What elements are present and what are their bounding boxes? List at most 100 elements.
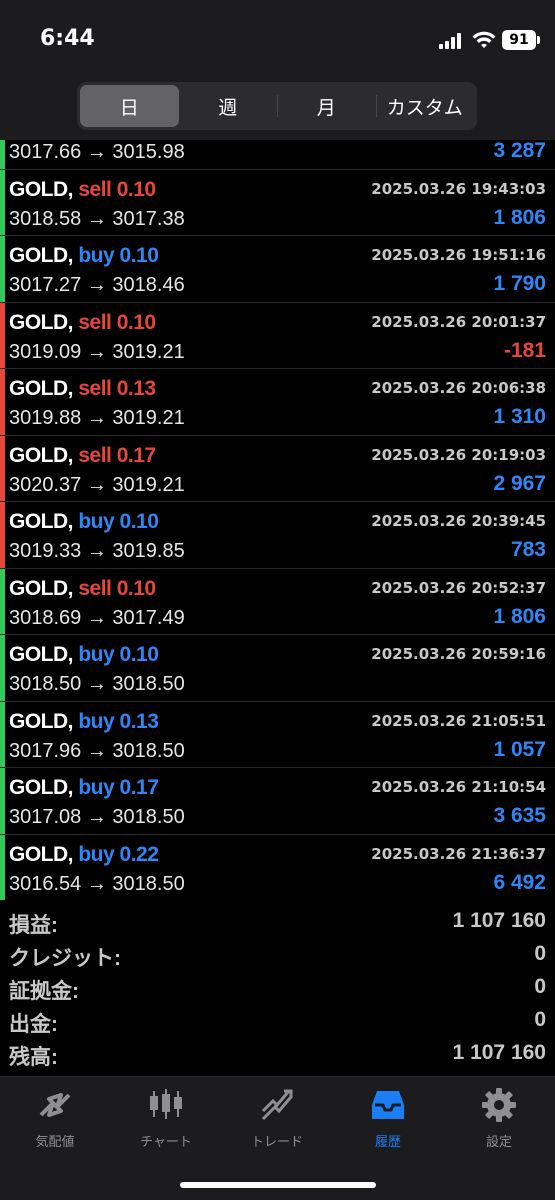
deal-volume: 0.10 <box>116 177 156 201</box>
deal-row[interactable]: GOLD, buy 0.10 2025.03.26 19:51:16 3017.27… <box>0 236 555 303</box>
wifi-icon <box>472 31 496 48</box>
deal-row[interactable]: GOLD, sell 0.13 2025.03.26 20:06:38 3019.8… <box>0 369 555 436</box>
deal-time: 2025.03.26 20:59:16 <box>371 645 546 663</box>
deal-time: 2025.03.26 21:36:37 <box>371 844 546 863</box>
deal-volume: 0.10 <box>116 310 156 334</box>
tab-settings[interactable]: 設定 <box>444 1085 554 1155</box>
deal-prices: 3018.58 → 3017.38 <box>9 207 185 230</box>
tab-history[interactable]: 履歴 <box>333 1085 443 1155</box>
deal-row[interactable]: 3017.66 → 3015.98 3 287 <box>0 140 555 170</box>
deal-time: 2025.03.26 19:51:16 <box>371 246 546 264</box>
deal-symbol-line: GOLD, buy 0.17 <box>9 776 159 800</box>
summary-label: 損益: <box>9 914 58 937</box>
deal-volume: 0.10 <box>119 244 159 267</box>
deal-side: buy <box>78 510 115 533</box>
deal-symbol: GOLD, <box>9 709 74 733</box>
deal-side: buy <box>78 709 115 733</box>
deal-prices: 3017.08 → 3018.50 <box>9 806 185 828</box>
tab-label: トレード <box>250 1135 303 1150</box>
deal-volume: 0.10 <box>119 510 159 533</box>
deal-prices: 3016.54 → 3018.50 <box>9 872 185 895</box>
deal-time: 2025.03.26 19:43:03 <box>371 179 546 198</box>
deals-list[interactable]: 3017.66 → 3015.98 3 287 GOLD, sell 0.10 202… <box>0 140 555 900</box>
summary-value: 1 107 160 <box>452 1041 546 1064</box>
summary-label: 証拠金: <box>9 980 79 1003</box>
deal-prices: 3017.96 → 3018.50 <box>9 739 185 762</box>
summary-label: 残高: <box>9 1046 58 1069</box>
deal-symbol: GOLD, <box>9 244 74 267</box>
deal-symbol: GOLD, <box>9 576 74 600</box>
deal-symbol: GOLD, <box>9 776 74 799</box>
deal-symbol: GOLD, <box>9 643 74 666</box>
period-custom[interactable]: カスタム <box>375 85 475 127</box>
summary-label: クレジット: <box>9 947 121 970</box>
summary-value: 0 <box>534 1008 546 1031</box>
home-indicator[interactable] <box>180 1182 376 1188</box>
deal-symbol-line: GOLD, buy 0.10 <box>9 643 159 667</box>
period-month[interactable]: 月 <box>277 85 376 127</box>
history-summary: 損益: 1 107 160 クレジット: 0 証拠金: 0 出金: 0 残高: 1 107 160 <box>0 900 555 1076</box>
deal-time: 2025.03.26 21:10:54 <box>371 778 546 796</box>
deal-side: sell <box>78 576 112 600</box>
status-bar: 6:44 91 <box>0 0 555 72</box>
period-day[interactable]: 日 <box>80 85 179 127</box>
bottom-tab-bar: 気配値 チャート トレード 履歴 設定 <box>0 1076 555 1200</box>
deal-row[interactable]: GOLD, sell 0.10 2025.03.26 20:01:37 3019.0… <box>0 302 555 369</box>
deal-prices: 3019.33 → 3019.85 <box>9 540 185 562</box>
history-icon <box>372 1091 404 1119</box>
trade-icon <box>261 1089 293 1121</box>
summary-row: 損益: 1 107 160 <box>0 905 555 938</box>
deal-symbol-line: GOLD, sell 0.10 <box>9 311 156 335</box>
status-time: 6:44 <box>40 26 95 51</box>
deal-row[interactable]: GOLD, buy 0.10 2025.03.26 20:39:45 3019.33… <box>0 502 555 569</box>
summary-value: 1 107 160 <box>452 909 546 932</box>
deal-volume: 0.17 <box>116 443 156 467</box>
deal-profit: 2 967 <box>493 471 546 495</box>
chart-icon <box>150 1089 182 1119</box>
cellular-signal-icon <box>439 33 465 49</box>
period-selector-area: 日 週 月 カスタム <box>0 72 555 140</box>
deal-profit: 3 287 <box>493 140 546 162</box>
deal-status-bar <box>0 369 5 435</box>
deal-status-bar <box>0 568 5 634</box>
deal-side: buy <box>78 776 115 799</box>
deal-time: 2025.03.26 20:39:45 <box>371 512 546 530</box>
deal-profit: 1 790 <box>493 272 546 295</box>
tab-chart[interactable]: チャート <box>111 1085 221 1155</box>
deal-status-bar <box>0 140 5 169</box>
deal-row[interactable]: GOLD, sell 0.10 2025.03.26 20:52:37 3018.6… <box>0 568 555 635</box>
tab-label: 設定 <box>485 1135 512 1150</box>
summary-row: 証拠金: 0 <box>0 971 555 1004</box>
deal-time: 2025.03.26 20:52:37 <box>371 578 546 597</box>
deal-side: buy <box>78 842 115 866</box>
deal-prices: 3019.09 → 3019.21 <box>9 340 185 363</box>
tab-trade[interactable]: トレード <box>222 1085 332 1155</box>
settings-icon <box>482 1088 516 1122</box>
deal-symbol-line: GOLD, buy 0.10 <box>9 510 159 534</box>
deal-status-bar <box>0 435 5 501</box>
summary-row: クレジット: 0 <box>0 938 555 971</box>
deal-profit: 1 310 <box>493 405 546 428</box>
deal-symbol: GOLD, <box>9 177 74 201</box>
period-week[interactable]: 週 <box>179 85 278 127</box>
deal-profit: 3 635 <box>493 804 546 827</box>
deal-time: 2025.03.26 20:06:38 <box>371 379 546 397</box>
deal-volume: 0.13 <box>119 709 159 733</box>
deal-symbol: GOLD, <box>9 842 74 866</box>
deal-symbol-line: GOLD, sell 0.13 <box>9 377 156 401</box>
deal-side: buy <box>78 244 115 267</box>
tab-quotes[interactable]: 気配値 <box>0 1085 110 1155</box>
summary-value: 0 <box>534 975 546 998</box>
deal-row[interactable]: GOLD, sell 0.17 2025.03.26 20:19:03 3020.3… <box>0 435 555 502</box>
deal-row[interactable]: GOLD, buy 0.10 2025.03.26 20:59:16 3018.50… <box>0 635 555 702</box>
deal-row[interactable]: GOLD, sell 0.10 2025.03.26 19:43:03 3018.5… <box>0 169 555 236</box>
deal-volume: 0.13 <box>116 377 156 400</box>
deal-profit: 1 806 <box>493 205 546 229</box>
tab-label: 履歴 <box>374 1135 401 1150</box>
deal-status-bar <box>0 635 5 701</box>
deal-row[interactable]: GOLD, buy 0.13 2025.03.26 21:05:51 3017.96… <box>0 701 555 768</box>
deal-row[interactable]: GOLD, buy 0.22 2025.03.26 21:36:37 3016.54… <box>0 834 555 900</box>
deal-row[interactable]: GOLD, buy 0.17 2025.03.26 21:10:54 3017.08… <box>0 768 555 835</box>
deal-side: sell <box>78 177 112 201</box>
deal-status-bar <box>0 236 5 302</box>
